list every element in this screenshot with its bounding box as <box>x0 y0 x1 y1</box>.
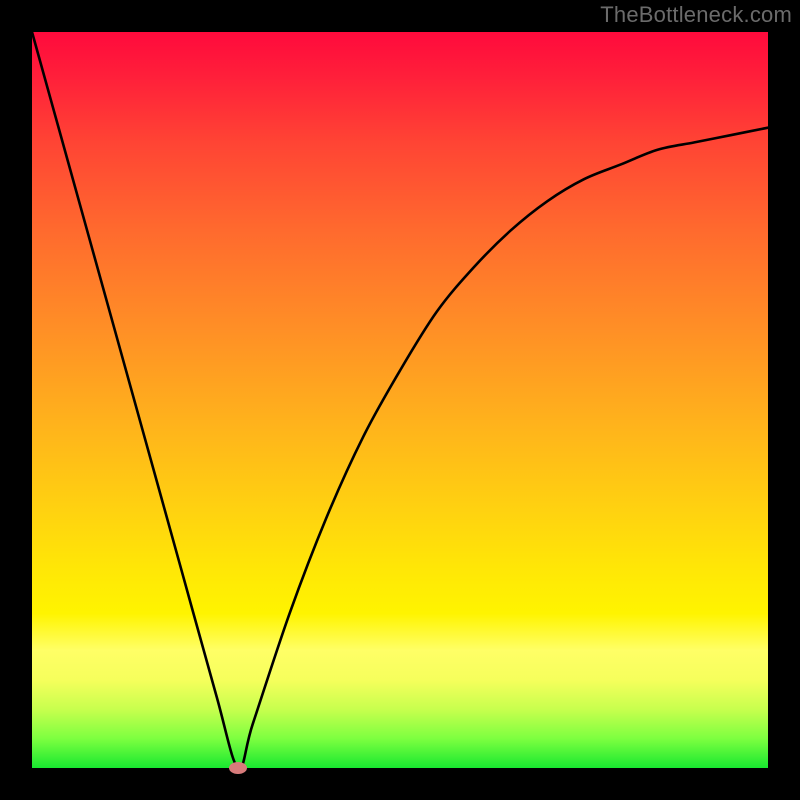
curve-svg <box>32 32 768 768</box>
curve-line <box>32 32 768 769</box>
watermark-text: TheBottleneck.com <box>600 2 792 28</box>
minimum-marker-icon <box>229 762 247 774</box>
chart-frame: TheBottleneck.com <box>0 0 800 800</box>
plot-area <box>32 32 768 768</box>
